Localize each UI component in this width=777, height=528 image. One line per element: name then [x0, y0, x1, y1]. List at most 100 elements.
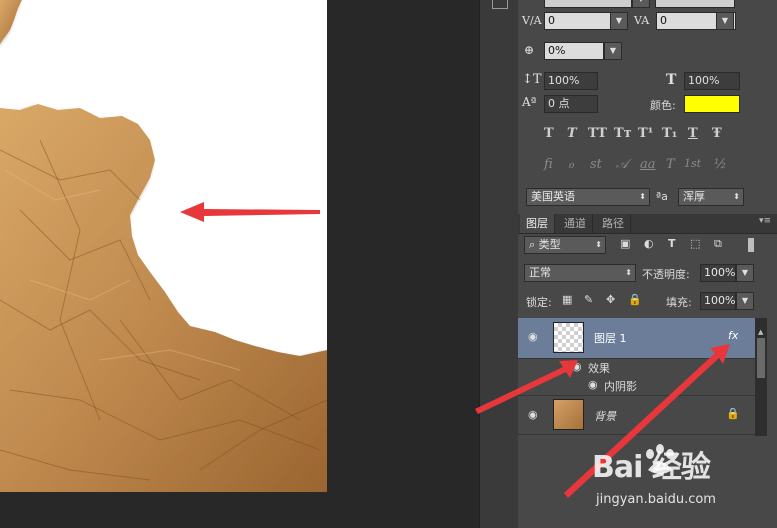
font-style-row: T T TT Tт T¹ T₁ T Ŧ [518, 126, 777, 150]
vertical-scale-icon: ↕T [522, 72, 542, 87]
discretionary-ligatures-button[interactable]: ℴ [568, 157, 574, 172]
blend-opacity-row: 正常 ⬍ 不透明度: 100% ▼ [518, 264, 777, 288]
opacity-label: 不透明度: [642, 268, 690, 281]
fill-label: 填充: [666, 296, 692, 309]
fill-dropdown[interactable]: ▼ [736, 292, 754, 310]
titling-alternates-button[interactable]: T [666, 157, 675, 172]
effect-name: 内阴影 [604, 380, 637, 393]
fx-icon[interactable]: fx [728, 329, 738, 342]
kerning-icon: V/A [522, 14, 542, 27]
horizontal-scale-icon: T [666, 72, 677, 88]
chevron-updown-icon: ⬍ [733, 192, 740, 201]
panel-menu-icon[interactable]: ▾≡ [759, 216, 771, 226]
kerning-row: V/A 0 ▼ VA 0 ▼ [518, 12, 777, 36]
layer-name[interactable]: 图层 1 [594, 330, 627, 346]
scrollbar-thumb[interactable] [757, 338, 765, 378]
filter-type-icon[interactable]: T [668, 237, 676, 250]
faux-bold-button[interactable]: T [544, 126, 554, 141]
antialias-value: 浑厚 [683, 190, 705, 203]
search-icon: ⌕ [529, 238, 539, 251]
baseline-color-row: Aª 0 点 颜色: [518, 95, 777, 119]
filter-adjustment-icon[interactable]: ◐ [644, 237, 654, 250]
lock-label: 锁定: [526, 296, 552, 309]
lock-position-icon[interactable]: ✥ [606, 293, 615, 306]
lock-brush-icon[interactable]: ✎ [584, 293, 593, 306]
language-value: 美国英语 [531, 190, 575, 203]
tab-layers[interactable]: 图层 [520, 214, 555, 233]
layer-row-layer1[interactable]: ◉ 图层 1 fx [518, 318, 755, 359]
opacity-dropdown[interactable]: ▼ [736, 264, 754, 282]
effects-row[interactable]: ◉ 效果 [518, 358, 755, 376]
leading-field[interactable] [655, 0, 735, 8]
antialias-select[interactable]: 浑厚 ⬍ [678, 188, 744, 206]
collapsed-panel-strip [479, 0, 519, 528]
vertical-scale-field[interactable]: 100% [544, 72, 598, 90]
filter-toggle-switch[interactable] [748, 238, 754, 252]
font-size-field[interactable] [544, 0, 632, 8]
lock-icon: 🔒 [726, 407, 740, 420]
fractions-button[interactable]: ½ [714, 157, 727, 172]
filter-smart-object-icon[interactable]: ⧉ [714, 237, 722, 251]
baidu-watermark: Bai 经验 jingyan.baidu.com [592, 440, 768, 514]
chevron-updown-icon: ⬍ [639, 192, 646, 201]
font-size-dropdown[interactable]: ▼ [632, 0, 650, 8]
fill-field[interactable]: 100% [700, 292, 736, 310]
torn-paper-image [0, 0, 327, 492]
baseline-shift-icon: Aª [522, 95, 537, 109]
text-color-swatch[interactable] [684, 95, 740, 113]
color-label: 颜色: [650, 99, 676, 112]
strikethrough-button[interactable]: Ŧ [712, 126, 722, 141]
ligatures-button[interactable]: fi [544, 157, 553, 172]
eye-icon[interactable]: ◉ [528, 330, 538, 343]
lock-transparent-icon[interactable]: ▦ [562, 293, 572, 306]
layer-name[interactable]: 背景 [594, 408, 616, 424]
ordinals-button[interactable]: 1st [684, 157, 701, 170]
superscript-button[interactable]: T¹ [638, 126, 653, 141]
layer-thumbnail [553, 322, 584, 353]
tool-preset-icon[interactable] [492, 0, 508, 9]
kerning-dropdown[interactable]: ▼ [610, 12, 628, 30]
chevron-updown-icon: ⬍ [595, 240, 602, 249]
proportional-spacing-field[interactable]: 0% [544, 42, 604, 60]
canvas-document[interactable] [0, 0, 327, 492]
horizontal-scale-field[interactable]: 100% [684, 72, 740, 90]
filter-kind-select[interactable]: ⌕ 类型 ⬍ [524, 236, 606, 254]
tab-paths[interactable]: 路径 [596, 214, 631, 233]
filter-pixel-icon[interactable]: ▣ [620, 237, 630, 250]
contextual-alternates-button[interactable]: st [590, 157, 602, 172]
effects-label: 效果 [588, 362, 610, 375]
lock-fill-row: 锁定: ▦ ✎ ✥ 🔒 填充: 100% ▼ [518, 292, 777, 316]
opacity-field[interactable]: 100% [700, 264, 736, 282]
underline-button[interactable]: T [688, 126, 698, 141]
subscript-button[interactable]: T₁ [662, 126, 677, 141]
swash-button[interactable]: 𝒜 [616, 157, 628, 172]
scroll-up-icon[interactable]: ▲ [758, 328, 763, 336]
layer-filter-row: ⌕ 类型 ⬍ ▣ ◐ T ⬚ ⧉ [518, 236, 777, 260]
layer-row-background[interactable]: ◉ 背景 🔒 [518, 395, 755, 435]
vertical-horizontal-scale-row: ↕T 100% T 100% [518, 72, 777, 96]
language-select[interactable]: 美国英语 ⬍ [526, 188, 650, 206]
faux-italic-button[interactable]: T [567, 126, 577, 141]
scale-row: ⊕ 0% ▼ [518, 42, 777, 66]
filter-kind-value: 类型 [538, 238, 561, 251]
blend-mode-select[interactable]: 正常 ⬍ [524, 264, 636, 282]
eye-icon[interactable]: ◉ [528, 408, 538, 421]
paw-icon [646, 444, 674, 474]
small-caps-button[interactable]: Tт [614, 126, 632, 141]
inner-shadow-effect-row[interactable]: ◉ 内阴影 [518, 376, 755, 394]
eye-icon[interactable]: ◉ [588, 378, 598, 391]
tab-channels[interactable]: 通道 [558, 214, 593, 233]
layers-scrollbar[interactable]: ▲ [755, 318, 767, 436]
all-caps-button[interactable]: TT [588, 126, 607, 141]
watermark-site-text: jingyan.baidu.com [596, 492, 716, 507]
proportional-spacing-dropdown[interactable]: ▼ [604, 42, 622, 60]
tracking-icon: VA [634, 14, 650, 27]
filter-shape-icon[interactable]: ⬚ [690, 237, 700, 250]
eye-icon[interactable]: ◉ [572, 360, 582, 373]
antialias-icon: ªa [656, 190, 668, 203]
baseline-shift-field[interactable]: 0 点 [544, 95, 598, 113]
workspace-background [327, 0, 479, 528]
stylistic-alternates-button[interactable]: aa [640, 157, 656, 172]
lock-all-icon[interactable]: 🔒 [628, 293, 642, 306]
tracking-dropdown[interactable]: ▼ [716, 12, 734, 30]
